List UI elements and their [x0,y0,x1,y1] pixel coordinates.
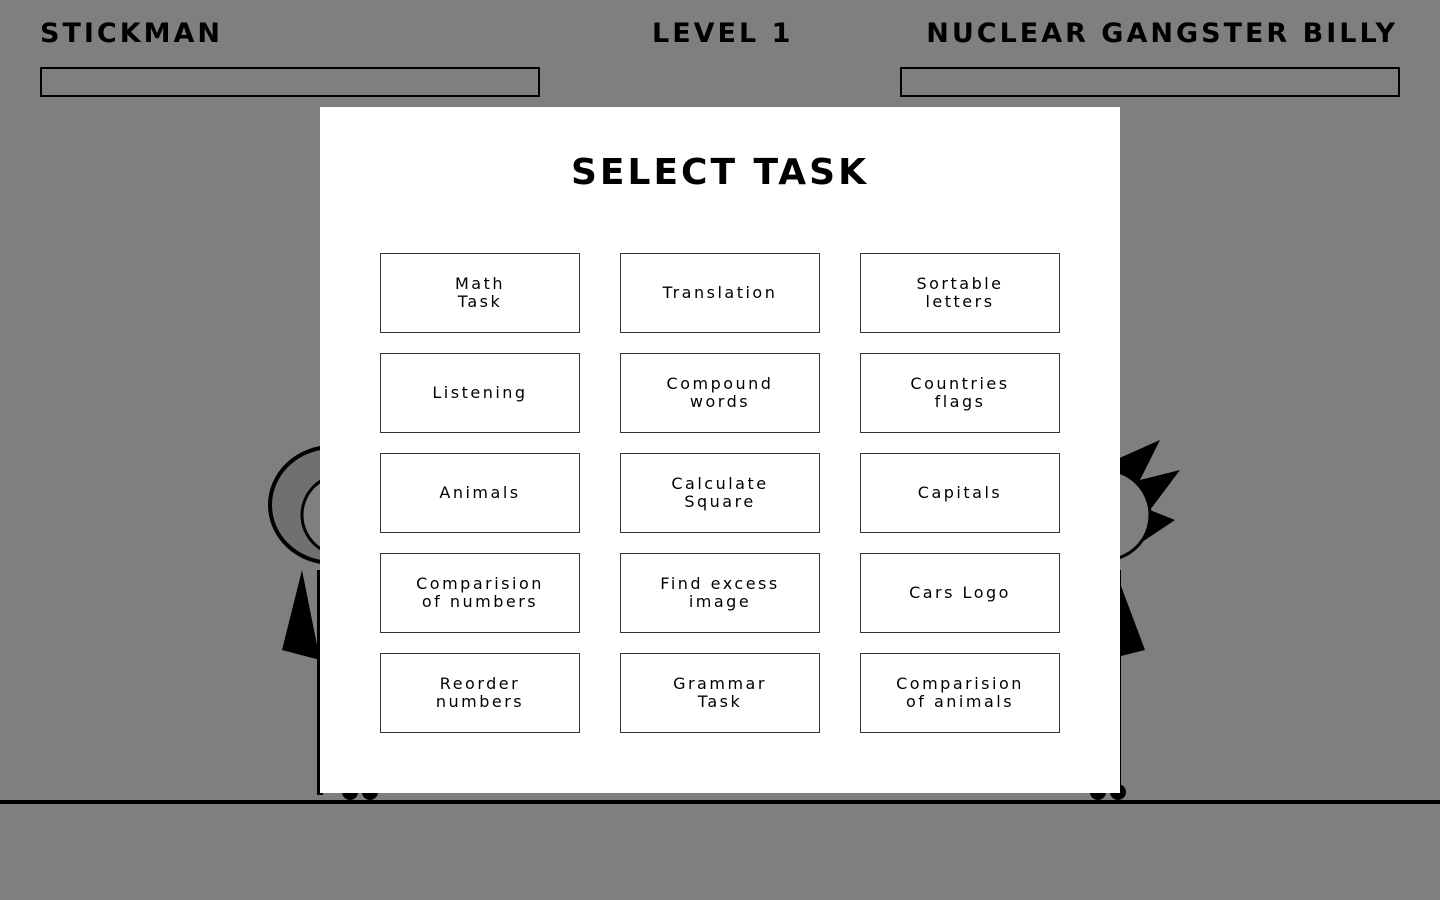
task-button-label: Reorder numbers [435,674,525,711]
task-button-label: Comparision of animals [896,674,1024,711]
task-button-label: Listening [432,383,528,402]
task-button-label: Comparision of numbers [416,574,544,611]
task-button-comparision-of-animals[interactable]: Comparision of animals [860,653,1060,733]
task-button-countries-flags[interactable]: Countries flags [860,353,1060,433]
task-button-find-excess-image[interactable]: Find excess image [620,553,820,633]
task-button-label: Math Task [454,274,506,311]
task-button-label: Cars Logo [909,583,1011,602]
task-button-capitals[interactable]: Capitals [860,453,1060,533]
task-button-translation[interactable]: Translation [620,253,820,333]
task-button-label: Translation [662,283,778,302]
task-button-label: Animals [439,483,521,502]
task-button-label: Sortable letters [916,274,1004,311]
task-button-compound-words[interactable]: Compound words [620,353,820,433]
select-task-modal: SELECT TASK Math Task Translation Sortable… [320,107,1120,793]
task-button-listening[interactable]: Listening [380,353,580,433]
task-button-animals[interactable]: Animals [380,453,580,533]
task-button-label: Compound words [666,374,774,411]
task-button-label: Capitals [917,483,1003,502]
task-button-label: Countries flags [910,374,1010,411]
task-grid: Math Task Translation Sortable letters List… [380,253,1060,733]
task-button-sortable-letters[interactable]: Sortable letters [860,253,1060,333]
task-button-comparision-of-numbers[interactable]: Comparision of numbers [380,553,580,633]
modal-title: SELECT TASK [570,152,869,193]
task-button-cars-logo[interactable]: Cars Logo [860,553,1060,633]
task-button-label: Find excess image [660,574,780,611]
task-button-label: Calculate Square [671,474,769,511]
task-button-label: Grammar Task [673,674,767,711]
game-stage: STICKMAN LEVEL 1 NUCLEAR GANGSTER BILLY … [0,0,1440,900]
task-button-math-task[interactable]: Math Task [380,253,580,333]
task-button-grammar-task[interactable]: Grammar Task [620,653,820,733]
task-button-calculate-square[interactable]: Calculate Square [620,453,820,533]
task-button-reorder-numbers[interactable]: Reorder numbers [380,653,580,733]
